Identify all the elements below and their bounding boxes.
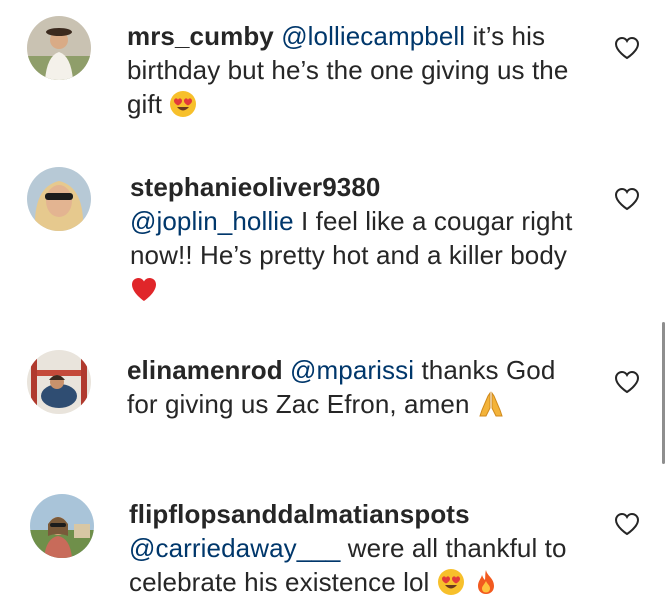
folded-hands-emoji-icon [477,390,505,418]
comment-mention[interactable]: @carriedaway___ [129,533,340,563]
fire-emoji-icon [472,568,500,596]
comment-username[interactable]: elinamenrod [127,355,283,385]
comment-body: flipflopsanddalmatianspots @carriedaway_… [129,497,584,599]
comment-body: mrs_cumby @lolliecampbell it’s his birth… [127,19,582,121]
like-button[interactable] [614,370,640,394]
like-button[interactable] [614,512,640,536]
heart-outline-icon [614,370,640,394]
comment-username[interactable]: stephanieoliver9380 [130,172,380,202]
heart-eyes-emoji-icon [169,90,197,118]
comments-feed: mrs_cumby @lolliecampbell it’s his birth… [0,0,665,600]
like-button[interactable] [614,187,640,211]
avatar-photo [27,350,91,414]
avatar[interactable] [27,16,91,80]
comment-body: stephanieoliver9380 @joplin_hollie I fee… [130,170,585,306]
avatar[interactable] [27,167,91,231]
avatar[interactable] [27,350,91,414]
comment-mention[interactable]: @joplin_hollie [130,206,294,236]
comment-body: elinamenrod @mparissi thanks God for giv… [127,353,582,421]
like-button[interactable] [614,36,640,60]
avatar-photo [27,167,91,231]
comment-username[interactable]: mrs_cumby [127,21,274,51]
heart-outline-icon [614,512,640,536]
avatar-photo [30,494,94,558]
avatar[interactable] [30,494,94,558]
heart-eyes-emoji-icon [437,568,465,596]
comment-mention[interactable]: @lolliecampbell [281,21,465,51]
red-heart-emoji-icon [130,275,158,303]
avatar-photo [27,16,91,80]
heart-outline-icon [614,187,640,211]
heart-outline-icon [614,36,640,60]
comment-mention[interactable]: @mparissi [290,355,414,385]
comment-username[interactable]: flipflopsanddalmatianspots [129,499,470,529]
